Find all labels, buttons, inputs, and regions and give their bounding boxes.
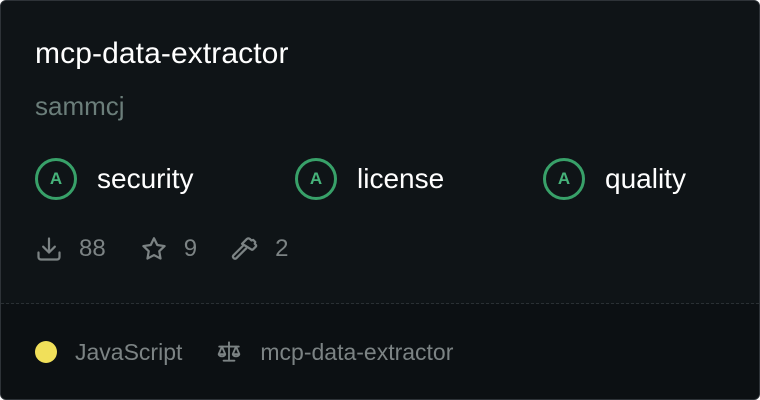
grade-badges: A security A license A quality: [35, 155, 735, 203]
stars-count: 9: [183, 235, 198, 262]
security-badge: A security: [35, 155, 193, 203]
quality-badge: A quality: [543, 155, 686, 203]
license-grade-icon: A: [295, 158, 337, 200]
security-grade-icon: A: [35, 158, 77, 200]
quality-grade-icon: A: [543, 158, 585, 200]
language-item: JavaScript: [35, 339, 182, 366]
stats-row: 88 9 2: [35, 231, 322, 267]
server-card[interactable]: mcp-data-extractor sammcj A security A l…: [0, 0, 760, 400]
license-label: license: [357, 163, 445, 194]
downloads-stat: 88: [35, 235, 106, 263]
server-title[interactable]: mcp-data-extractor: [35, 35, 289, 73]
repo-item[interactable]: mcp-data-extractor: [216, 339, 453, 366]
language-label: JavaScript: [75, 338, 183, 365]
downloads-count: 88: [79, 235, 106, 262]
star-icon: [141, 237, 166, 260]
tools-count: 2: [275, 235, 289, 262]
repo-name[interactable]: mcp-data-extractor: [260, 339, 453, 366]
license-badge: A license: [295, 155, 444, 203]
language-color-dot: [35, 341, 57, 363]
server-owner[interactable]: sammcj: [35, 89, 125, 123]
hammer-icon: [231, 237, 258, 260]
quality-label: quality: [605, 163, 686, 194]
stars-stat: 9: [140, 235, 197, 263]
security-label: security: [97, 163, 194, 194]
tools-stat: 2: [231, 235, 288, 263]
card-footer: JavaScript mcp-data-extractor: [35, 335, 487, 369]
scale-icon: [218, 341, 241, 362]
download-icon: [37, 237, 61, 261]
